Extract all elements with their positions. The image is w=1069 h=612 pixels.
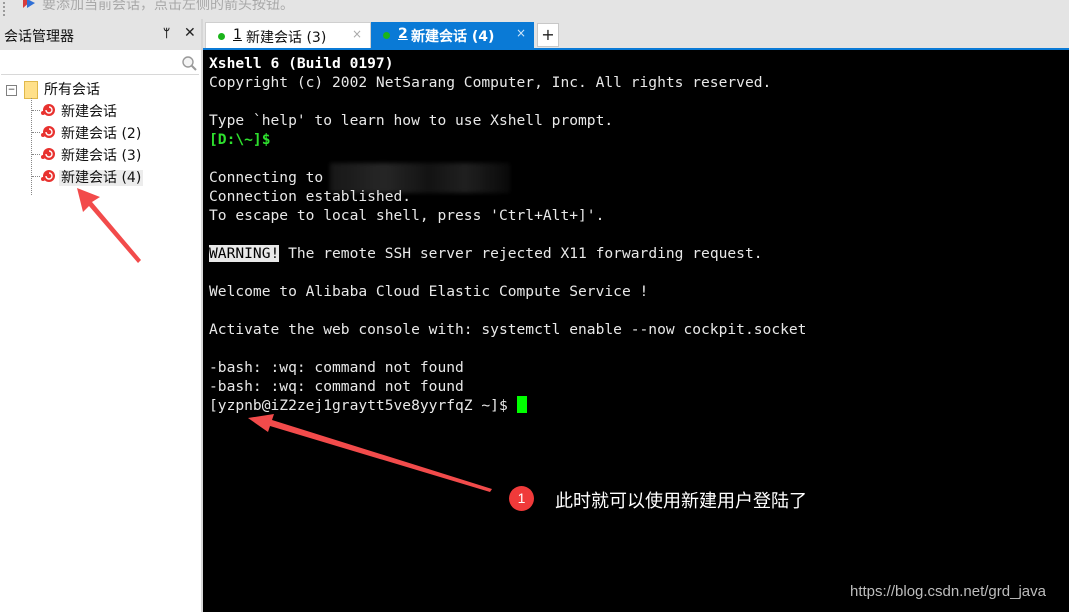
warning-line: WARNING! The remote SSH server rejected …	[209, 244, 763, 263]
session-item-label: 新建会话 (4)	[59, 170, 144, 186]
status-dot-icon	[218, 33, 225, 40]
tree-connector	[31, 98, 32, 195]
search-icon[interactable]	[181, 55, 197, 71]
session-search	[1, 52, 199, 75]
annotation-badge: 1	[509, 486, 534, 511]
terminal-output[interactable]: Xshell 6 (Build 0197) Copyright (c) 2002…	[203, 50, 1069, 612]
tree-connector	[32, 110, 40, 111]
terminal-line: Connecting to	[209, 169, 333, 186]
terminal-line: To escape to local shell, press 'Ctrl+Al…	[209, 207, 605, 224]
session-item[interactable]: 新建会话 (2)	[59, 123, 143, 143]
terminal-line: Welcome to Alibaba Cloud Elastic Compute…	[209, 283, 649, 300]
session-item-label: 新建会话 (2)	[61, 126, 142, 142]
toolbar-hint-text: 要添加当前会话，点击左侧的箭头按钮。	[42, 0, 294, 13]
remote-prompt-line[interactable]: [yzpnb@iZ2zej1graytt5ve8yyrfqZ ~]$	[209, 396, 527, 415]
session-icon	[41, 148, 55, 160]
terminal-line: -bash: :wq: command not found	[209, 378, 464, 395]
tree-root-label: 所有会话	[44, 82, 100, 98]
session-search-input[interactable]	[3, 54, 177, 72]
tree-connector	[32, 176, 40, 177]
tab-number: 1	[233, 27, 242, 43]
terminal-line: Connection established.	[209, 188, 412, 205]
collapse-toggle[interactable]: −	[6, 85, 17, 96]
session-icon	[41, 104, 55, 116]
warning-text: The remote SSH server rejected X11 forwa…	[279, 245, 763, 262]
session-item-label: 新建会话	[61, 104, 117, 120]
session-icon	[41, 170, 55, 182]
close-tab-icon[interactable]: ×	[352, 27, 362, 41]
pin-icon[interactable]: ᛘ	[163, 26, 170, 40]
terminal-line: Activate the web console with: systemctl…	[209, 321, 807, 338]
tab-session-2[interactable]: 2 新建会话 (4) ×	[371, 22, 534, 48]
session-manager-title: 会话管理器	[4, 29, 74, 45]
session-manager-panel: 会话管理器 ᛘ ✕ − 所有会话 新建会话 新建会话 (2) 新建会话 (3) …	[0, 19, 203, 612]
add-tab-button[interactable]: +	[537, 23, 559, 47]
tree-root-all-sessions[interactable]: 所有会话	[42, 79, 102, 99]
tree-connector	[32, 154, 40, 155]
terminal-line: Type `help' to learn how to use Xshell p…	[209, 112, 614, 129]
session-item-selected[interactable]: 新建会话 (4)	[59, 167, 144, 187]
annotation-text: 此时就可以使用新建用户登陆了	[555, 491, 807, 512]
tab-session-1[interactable]: 1 新建会话 (3) ×	[205, 22, 371, 49]
close-tab-icon[interactable]: ×	[516, 26, 526, 40]
tab-number: 2	[398, 26, 408, 42]
watermark: https://blog.csdn.net/grd_java	[850, 583, 1046, 600]
terminal-cursor	[516, 396, 527, 413]
session-item-label: 新建会话 (3)	[61, 148, 142, 164]
folder-icon	[24, 81, 38, 99]
tab-label: 新建会话 (4)	[411, 29, 495, 45]
session-manager-header: 会话管理器 ᛘ ✕	[0, 19, 201, 50]
toolbar: 要添加当前会话，点击左侧的箭头按钮。	[0, 0, 1069, 19]
remote-prompt: [yzpnb@iZ2zej1graytt5ve8yyrfqZ ~]$	[209, 397, 517, 414]
close-icon[interactable]: ✕	[184, 25, 196, 41]
terminal-line: Xshell 6 (Build 0197)	[209, 55, 394, 72]
terminal-line: Copyright (c) 2002 NetSarang Computer, I…	[209, 74, 772, 91]
tab-strip: 1 新建会话 (3) × 2 新建会话 (4) × +	[203, 19, 1069, 49]
status-dot-icon	[383, 32, 390, 39]
session-icon	[41, 126, 55, 138]
add-session-arrow-icon[interactable]	[22, 0, 36, 10]
terminal-line: -bash: :wq: command not found	[209, 359, 464, 376]
session-item[interactable]: 新建会话	[59, 101, 119, 121]
local-prompt: [D:\~]$	[209, 131, 271, 148]
toolbar-grip[interactable]	[3, 2, 7, 16]
warning-label: WARNING!	[209, 245, 280, 262]
tab-label: 新建会话 (3)	[246, 30, 327, 46]
session-item[interactable]: 新建会话 (3)	[59, 145, 143, 165]
tree-connector	[32, 132, 40, 133]
